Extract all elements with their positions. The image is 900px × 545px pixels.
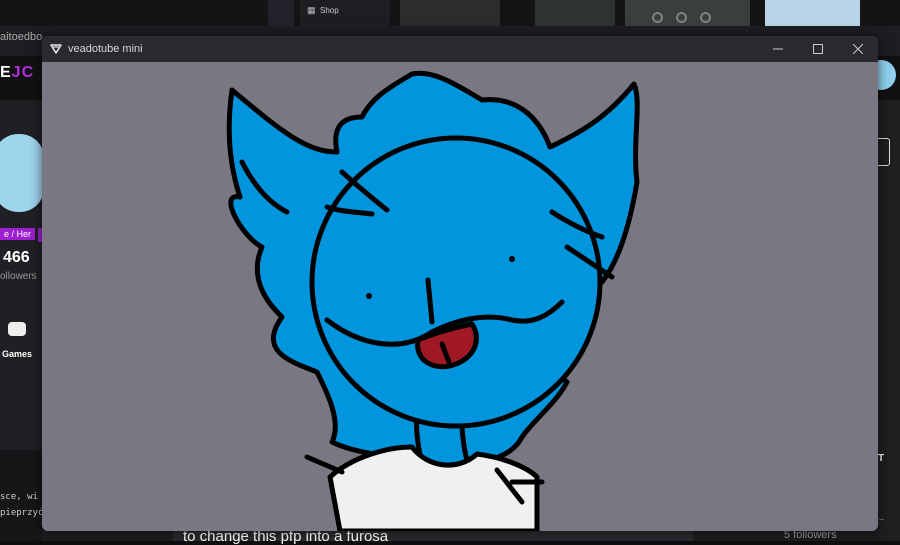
taskbar-thumbnail[interactable] xyxy=(535,0,615,26)
veadotube-window: veadotube mini xyxy=(42,36,878,531)
avatar-canvas xyxy=(226,70,640,531)
knob-icon xyxy=(700,12,711,23)
taskbar-thumbnail[interactable] xyxy=(268,0,294,26)
maximize-button[interactable] xyxy=(798,36,838,62)
avatar-drawing xyxy=(226,70,640,531)
right-panel xyxy=(878,100,900,541)
veadotube-logo-icon xyxy=(50,44,62,54)
close-icon xyxy=(853,44,863,54)
shop-label[interactable]: Shop xyxy=(320,6,339,15)
code-line: pieprzyć xyxy=(0,508,44,518)
site-logo[interactable]: EJC xyxy=(0,64,34,82)
minimize-button[interactable] xyxy=(758,36,798,62)
avatar-eye-right xyxy=(509,256,515,262)
knob-icon xyxy=(652,12,663,23)
taskbar-thumbnail[interactable] xyxy=(400,0,500,26)
shop-icon: ▦ xyxy=(307,5,316,15)
games-label[interactable]: Games xyxy=(2,349,32,359)
right-panel-letter: T xyxy=(878,453,885,464)
followers-count: 466 xyxy=(3,249,30,266)
maximize-icon xyxy=(813,44,823,54)
minimize-icon xyxy=(773,48,783,50)
pronoun-badge: e / Her xyxy=(0,228,36,240)
profile-avatar xyxy=(0,134,44,212)
gamepad-icon[interactable] xyxy=(8,322,26,336)
avatar-eye-left xyxy=(366,293,372,299)
window-title: veadotube mini xyxy=(68,43,143,55)
knob-icon xyxy=(676,12,687,23)
taskbar-thumbnail[interactable] xyxy=(625,0,750,26)
close-button[interactable] xyxy=(838,36,878,62)
taskbar-thumbnail[interactable] xyxy=(765,0,860,26)
code-line: sce, wi xyxy=(0,492,38,502)
followers-label: ollowers xyxy=(0,271,37,282)
window-titlebar[interactable]: veadotube mini xyxy=(42,36,878,62)
taskbar-strip xyxy=(0,0,900,26)
